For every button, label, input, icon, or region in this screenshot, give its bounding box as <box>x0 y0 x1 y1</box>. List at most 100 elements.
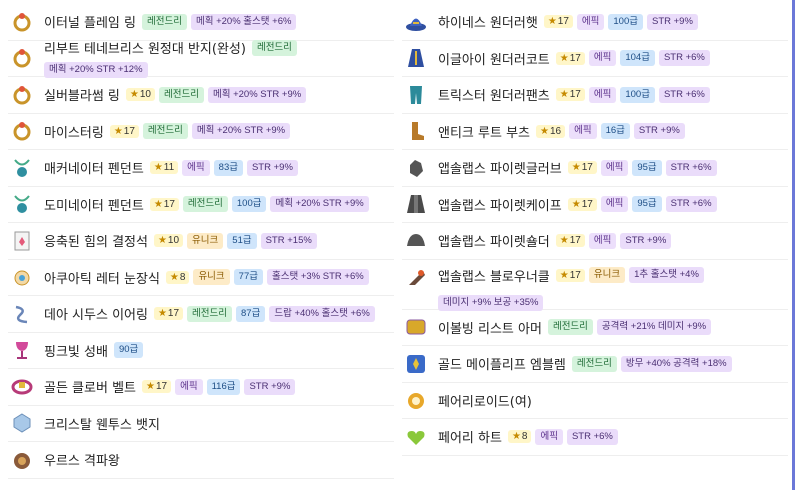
equipment-info: 매커네이터 펜던트 11에픽83급STR +9% <box>44 158 302 177</box>
flame-level-badge: 90급 <box>113 342 144 359</box>
equipment-row[interactable]: 리부트 테네브리스 원정대 반지(완성) 레전드리 메획 +20% STR +12% <box>8 39 394 79</box>
option-summary-badge: 데미지 +9% 보공 +35% <box>438 294 544 311</box>
equipment-row[interactable]: 우르스 격파왕 <box>8 442 394 479</box>
potential-grade-badge: 레전드리 <box>142 123 188 140</box>
equipment-name: 핑크빛 성배 <box>44 344 108 360</box>
potential-grade-badge: 레전드리 <box>547 319 593 336</box>
potential-grade-badge: 유니크 <box>588 267 626 283</box>
potential-grade-badge: 유니크 <box>187 232 224 249</box>
equipment-panel: 이터널 플레임 링 레전드리 메획 +20% 홀스탯 +6% 리부트 테네브리스 원정… <box>0 0 795 490</box>
potential-grade-badge: 레전드리 <box>142 13 187 30</box>
option-summary-badge: STR +6% <box>658 86 710 103</box>
equipment-info: 이터널 플레임 링 레전드리 메획 +20% 홀스탯 +6% <box>44 12 300 31</box>
equipment-name: 실버블라썸 링 <box>44 89 120 105</box>
option-summary-badge: STR +9% <box>244 378 296 395</box>
medal-icon <box>10 448 34 472</box>
chalice-icon <box>10 338 34 362</box>
eye-accessory-icon <box>10 265 34 289</box>
equipment-row[interactable]: 아쿠아틱 레터 눈장식 8유니크77급홀스탯 +3% STR +6% <box>8 260 394 296</box>
starforce-badge: 8 <box>165 270 190 284</box>
equipment-row[interactable]: 이터널 플레임 링 레전드리 메획 +20% 홀스탯 +6% <box>8 4 394 41</box>
option-summary-badge: 홀스탯 +3% STR +6% <box>266 269 369 286</box>
equipment-row[interactable]: 핑크빛 성배 90급 <box>8 333 394 369</box>
equipment-info: 이글아이 원더러코트 17에픽104급STR +6% <box>438 49 714 68</box>
equipment-row[interactable]: 도미네이터 펜던트 17레전드리100급메획 +20% STR +9% <box>8 187 394 223</box>
equipment-row[interactable]: 트릭스터 원더러팬츠 17에픽100급STR +6% <box>402 77 788 114</box>
equipment-name: 트릭스터 원더러팬츠 <box>438 89 550 105</box>
ring-icon <box>10 83 34 107</box>
equipment-info: 이볼빙 리스트 아머 레전드리 공격력 +21% 데미지 +9% <box>438 318 715 337</box>
option-summary-badge: 방무 +40% 공격력 +18% <box>620 355 732 372</box>
equipment-row[interactable]: 앱솔랩스 파이렛글러브 17에픽95급STR +6% <box>402 150 788 187</box>
boots-icon <box>404 119 428 143</box>
equipment-row[interactable]: 이글아이 원더러코트 17에픽104급STR +6% <box>402 41 788 77</box>
equipment-row[interactable]: 실버블라썸 링 10 레전드리메획 +20% STR +9% <box>8 77 394 114</box>
earring-icon <box>10 302 34 326</box>
equipment-name: 앱솔랩스 블로우너클 <box>438 269 550 285</box>
equipment-row[interactable]: 앤티크 루트 부츠 16에픽16급STR +9% <box>402 114 788 150</box>
cape-icon <box>404 192 428 216</box>
starforce-badge: 17 <box>555 234 585 248</box>
equipment-row[interactable]: 페어리로이드(여) <box>402 383 788 419</box>
equipment-info: 앱솔랩스 파이렛글러브 17에픽95급STR +6% <box>438 158 721 177</box>
starforce-badge: 17 <box>543 15 573 29</box>
equipment-list-left: 이터널 플레임 링 레전드리 메획 +20% 홀스탯 +6% 리부트 테네브리스 원정… <box>8 4 394 479</box>
potential-grade-badge: 에픽 <box>588 232 617 249</box>
equipment-info: 실버블라썸 링 10 레전드리메획 +20% STR +9% <box>44 85 310 104</box>
equipment-name: 앱솔랩스 파이렛숄더 <box>438 235 550 251</box>
equipment-info: 데아 시두스 이어링 17레전드리87급드랍 +40% 홀스탯 +6% <box>44 304 379 323</box>
equipment-row[interactable]: 마이스터링 17레전드리메획 +20% STR +9% <box>8 114 394 150</box>
potential-grade-badge: 에픽 <box>588 50 617 67</box>
starforce-badge: 17 <box>567 161 597 175</box>
potential-grade-badge: 에픽 <box>576 13 605 30</box>
flame-level-badge: 51급 <box>227 232 257 249</box>
flame-level-badge: 100급 <box>608 13 643 30</box>
flame-level-badge: 77급 <box>233 269 263 286</box>
ring-icon <box>10 119 34 143</box>
option-summary-badge: 드랍 +40% 홀스탯 +6% <box>269 305 375 322</box>
equipment-row[interactable]: 데아 시두스 이어링 17레전드리87급드랍 +40% 홀스탯 +6% <box>8 296 394 333</box>
ring-icon <box>10 10 34 34</box>
equipment-name: 데아 시두스 이어링 <box>44 308 148 324</box>
equipment-info: 앤티크 루트 부츠 16에픽16급STR +9% <box>438 122 689 141</box>
equipment-row[interactable]: 응축된 힘의 결정석 10유니크51급STR +15% <box>8 223 394 260</box>
equipment-name: 이볼빙 리스트 아머 <box>438 321 542 337</box>
equipment-info: 도미네이터 펜던트 17레전드리100급메획 +20% STR +9% <box>44 195 373 214</box>
equipment-info: 하이네스 원더러햇 17에픽100급STR +9% <box>438 12 702 31</box>
equipment-row[interactable]: 크리스탈 웬투스 뱃지 <box>8 406 394 442</box>
equipment-row[interactable]: 앱솔랩스 파이렛숄더 17에픽STR +9% <box>402 223 788 260</box>
belt-icon <box>10 375 34 399</box>
starforce-badge: 17 <box>555 51 585 65</box>
crystal-icon <box>10 229 34 253</box>
equipment-row[interactable]: 매커네이터 펜던트 11에픽83급STR +9% <box>8 150 394 187</box>
equipment-name: 우르스 격파왕 <box>44 454 120 470</box>
equipment-row[interactable]: 앱솔랩스 파이렛케이프 17에픽95급STR +6% <box>402 187 788 223</box>
flame-level-badge: 87급 <box>236 305 266 322</box>
equipment-info: 핑크빛 성배 90급 <box>44 341 147 360</box>
equipment-info: 마이스터링 17레전드리메획 +20% STR +9% <box>44 122 294 141</box>
equipment-name: 하이네스 원더러햇 <box>438 16 538 32</box>
equipment-row[interactable]: 골드 메이플리프 엠블렘 레전드리 방무 +40% 공격력 +18% <box>402 346 788 383</box>
equipment-row[interactable]: 골든 클로버 벨트 17에픽116급STR +9% <box>8 369 394 406</box>
equipment-row[interactable]: 앱솔랩스 블로우너클 17유니크1추 홀스탯 +4% 데미지 +9% 보공 +35% <box>402 260 788 311</box>
option-summary-badge: STR +6% <box>665 159 717 176</box>
equipment-row[interactable]: 이볼빙 리스트 아머 레전드리 공격력 +21% 데미지 +9% <box>402 310 788 346</box>
flame-level-badge: 95급 <box>632 159 662 176</box>
coat-icon <box>404 46 428 70</box>
ring-icon <box>10 46 34 70</box>
equipment-info: 트릭스터 원더러팬츠 17에픽100급STR +6% <box>438 85 714 104</box>
starforce-badge: 17 <box>555 88 585 102</box>
option-summary-badge: STR +6% <box>566 428 618 445</box>
potential-grade-badge: 에픽 <box>600 196 629 213</box>
equipment-row[interactable]: 하이네스 원더러햇 17에픽100급STR +9% <box>402 4 788 41</box>
equipment-row[interactable]: 페어리 하트 8에픽STR +6% <box>402 419 788 456</box>
potential-grade-badge: 에픽 <box>600 159 629 176</box>
starforce-badge: 10 <box>153 234 184 248</box>
flame-level-badge: 95급 <box>632 196 662 213</box>
equipment-name: 앱솔랩스 파이렛케이프 <box>438 198 562 214</box>
flame-level-badge: 104급 <box>620 50 655 67</box>
equipment-name: 페어리 하트 <box>438 431 502 447</box>
starforce-badge: 11 <box>149 161 179 175</box>
equipment-name: 매커네이터 펜던트 <box>44 162 144 178</box>
pendant-icon <box>10 156 34 180</box>
